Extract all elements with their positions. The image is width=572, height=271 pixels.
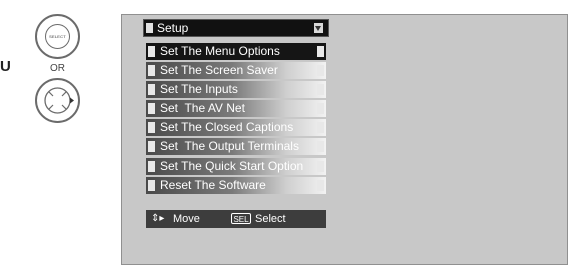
item-left-tab-icon	[148, 46, 155, 57]
menu-item-label: Set The Closed Captions	[160, 120, 294, 135]
menu-item-label: Reset The Software	[160, 177, 266, 192]
title-tab-icon	[146, 23, 153, 33]
item-left-tab-icon	[148, 122, 155, 134]
menu-item-label: Set The Output Terminals	[160, 139, 299, 154]
right-arrow-button[interactable]	[35, 78, 80, 123]
move-arrows-icon: ⇕▸	[151, 213, 165, 224]
setup-menu-list: Set The Menu Options Set The Screen Save…	[146, 43, 326, 196]
menu-item-output-terminals[interactable]: Set The Output Terminals	[146, 138, 326, 156]
menu-item-av-net[interactable]: Set The AV Net	[146, 100, 326, 118]
setup-title-label: Setup	[157, 21, 189, 35]
menu-item-label: Set The Menu Options	[160, 44, 280, 58]
select-button-label: SELECT	[45, 24, 70, 49]
item-right-tab-icon	[317, 103, 324, 115]
item-left-tab-icon	[148, 103, 155, 115]
item-right-tab-icon	[317, 179, 324, 191]
or-label: OR	[50, 63, 65, 74]
sel-key-badge: SEL	[231, 213, 251, 224]
menu-item-screen-saver[interactable]: Set The Screen Saver	[146, 62, 326, 80]
menu-item-reset-software[interactable]: Reset The Software	[146, 176, 326, 194]
item-left-tab-icon	[148, 84, 155, 96]
item-right-tab-icon	[317, 46, 324, 57]
menu-item-closed-captions[interactable]: Set The Closed Captions	[146, 119, 326, 137]
item-left-tab-icon	[148, 179, 155, 191]
item-left-tab-icon	[148, 160, 155, 172]
item-left-tab-icon	[148, 65, 155, 77]
item-right-tab-icon	[317, 65, 324, 77]
menu-item-label: Set The Screen Saver	[160, 63, 278, 78]
select-button[interactable]: SELECT	[35, 14, 80, 59]
item-right-tab-icon	[317, 84, 324, 96]
menu-item-label: Set The AV Net	[160, 101, 245, 116]
setup-menu-title[interactable]: Setup	[143, 19, 329, 37]
menu-item-label: Set The Quick Start Option	[160, 158, 304, 173]
item-left-tab-icon	[148, 141, 155, 153]
cropped-text-letter: U	[0, 58, 11, 75]
item-right-tab-icon	[317, 122, 324, 134]
cursor-pad-icon	[44, 87, 74, 114]
move-label: Move	[173, 213, 200, 225]
item-right-tab-icon	[317, 160, 324, 172]
select-label: Select	[255, 213, 286, 225]
item-right-tab-icon	[317, 141, 324, 153]
menu-footer: ⇕▸ Move SEL Select	[146, 210, 326, 228]
menu-item-quick-start[interactable]: Set The Quick Start Option	[146, 157, 326, 175]
chevron-down-icon[interactable]	[314, 23, 323, 33]
menu-item-inputs[interactable]: Set The Inputs	[146, 81, 326, 99]
menu-item-menu-options[interactable]: Set The Menu Options	[146, 43, 326, 60]
menu-item-label: Set The Inputs	[160, 82, 238, 97]
